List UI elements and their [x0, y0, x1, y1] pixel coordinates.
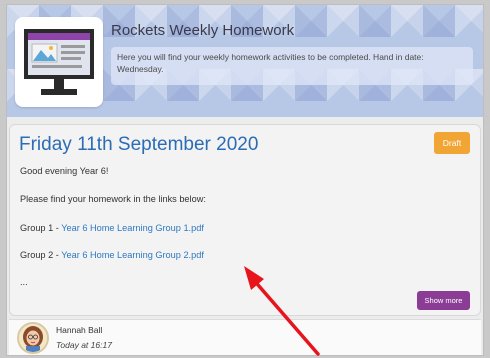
- class-banner: Rockets Weekly Homework Here you will fi…: [7, 5, 483, 117]
- draft-badge[interactable]: Draft: [434, 132, 470, 154]
- group-2-prefix: Group 2 -: [20, 250, 62, 260]
- author-avatar[interactable]: [17, 322, 49, 354]
- homework-post-card: Friday 11th September 2020 Draft Good ev…: [9, 124, 481, 316]
- post-footer: Hannah Ball Today at 16:17: [9, 319, 481, 355]
- group-2-line: Group 2 - Year 6 Home Learning Group 2.p…: [20, 250, 204, 260]
- post-intro: Please find your homework in the links b…: [20, 194, 206, 204]
- group-1-pdf-link[interactable]: Year 6 Home Learning Group 1.pdf: [61, 223, 204, 233]
- post-greeting: Good evening Year 6!: [20, 166, 109, 176]
- class-title: Rockets Weekly Homework: [111, 22, 295, 39]
- person-avatar-icon: [19, 324, 47, 352]
- author-name: Hannah Ball: [56, 325, 103, 335]
- post-timestamp: Today at 16:17: [56, 340, 112, 350]
- class-logo: [15, 17, 103, 107]
- show-more-button[interactable]: Show more: [417, 291, 470, 310]
- presentation-screen-icon: [24, 29, 94, 95]
- post-ellipsis: ...: [20, 277, 28, 287]
- post-title: Friday 11th September 2020: [19, 134, 259, 155]
- group-1-line: Group 1 - Year 6 Home Learning Group 1.p…: [20, 223, 204, 233]
- app-frame: Rockets Weekly Homework Here you will fi…: [6, 4, 484, 356]
- class-description: Here you will find your weekly homework …: [111, 47, 473, 85]
- group-1-prefix: Group 1 -: [20, 223, 62, 233]
- group-2-pdf-link[interactable]: Year 6 Home Learning Group 2.pdf: [61, 250, 204, 260]
